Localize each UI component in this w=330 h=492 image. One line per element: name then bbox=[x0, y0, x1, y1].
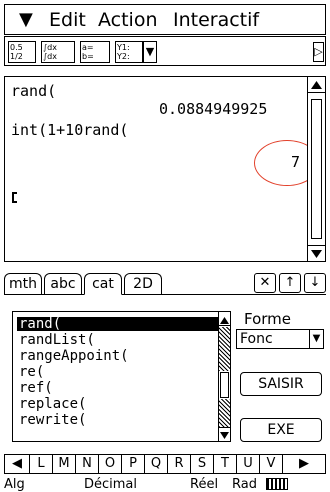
input-line-2[interactable]: int(1+10rand( bbox=[11, 121, 128, 139]
catalog-scroll-down-icon[interactable] bbox=[219, 427, 230, 441]
scroll-up-icon[interactable] bbox=[308, 77, 325, 93]
list-item[interactable]: ref( bbox=[17, 381, 222, 395]
chevron-down-icon[interactable]: ▼ bbox=[309, 330, 323, 348]
menu-edit[interactable]: Edit bbox=[49, 9, 86, 31]
letter-key[interactable]: M bbox=[53, 455, 76, 473]
status-mode: Alg bbox=[4, 477, 25, 492]
scroll-thumb[interactable] bbox=[311, 99, 322, 239]
status-angle: Rad bbox=[232, 477, 257, 492]
letter-key[interactable]: U bbox=[237, 455, 260, 473]
tab-mth[interactable]: mth bbox=[4, 273, 42, 294]
keyboard-tabs: mth abc cat 2D ✕ ↑ ↓ bbox=[4, 273, 326, 295]
tab-abc[interactable]: abc bbox=[44, 273, 82, 294]
list-item[interactable]: rewrite( bbox=[17, 413, 222, 427]
list-item[interactable]: randList( bbox=[17, 333, 222, 347]
shift-down-button[interactable]: ↓ bbox=[304, 273, 326, 293]
tab-cat[interactable]: cat bbox=[84, 273, 122, 295]
catalog-list: rand( randList( rangeAppoint( re( ref( r… bbox=[12, 311, 228, 442]
catalog-scroll-up-icon[interactable] bbox=[219, 312, 230, 326]
toolbar-scroll-right-icon[interactable]: ▷ bbox=[313, 42, 324, 62]
list-item[interactable]: rand( bbox=[17, 317, 222, 331]
battery-icon bbox=[266, 478, 288, 490]
shift-up-button[interactable]: ↑ bbox=[279, 273, 301, 293]
catalog-scroll-thumb[interactable] bbox=[220, 372, 229, 398]
input-line-1[interactable]: rand( bbox=[11, 82, 56, 100]
letter-next-icon[interactable]: ▶ bbox=[283, 455, 325, 473]
integral-button[interactable]: ∫dx ∫dx bbox=[41, 41, 75, 63]
status-real: Réel bbox=[190, 477, 219, 492]
toolbar-btn4-bottom: Y2: bbox=[117, 52, 130, 61]
toolbar-btn2-top: ∫dx bbox=[43, 43, 57, 52]
exe-button[interactable]: EXE bbox=[240, 418, 322, 442]
result-line-1: 0.0884949925 bbox=[159, 100, 268, 118]
scroll-down-icon[interactable] bbox=[308, 245, 325, 261]
letter-key[interactable]: T bbox=[214, 455, 237, 473]
catalog-letter-bar: ◀ L M N O P Q R S T U V ▶ bbox=[4, 454, 326, 474]
list-item[interactable]: replace( bbox=[17, 397, 222, 411]
toolbar: 0.5 1/2 ∫dx ∫dx a= b= Y1: Y2: ▼ ▷ bbox=[4, 36, 326, 66]
scroll-track bbox=[219, 327, 230, 371]
letter-key[interactable]: S bbox=[191, 455, 214, 473]
fraction-decimal-toggle-button[interactable]: 0.5 1/2 bbox=[8, 41, 36, 63]
letter-key[interactable]: P bbox=[122, 455, 145, 473]
list-item[interactable]: rangeAppoint( bbox=[17, 349, 222, 363]
toolbar-btn1-bottom: 1/2 bbox=[10, 52, 23, 61]
toolbar-btn2-bottom: ∫dx bbox=[43, 52, 57, 61]
work-scrollbar[interactable] bbox=[307, 76, 326, 262]
toolbar-btn1-top: 0.5 bbox=[10, 43, 23, 52]
letter-prev-icon[interactable]: ◀ bbox=[5, 455, 30, 473]
variable-assign-button[interactable]: a= b= bbox=[80, 41, 110, 63]
status-bar: Alg Décimal Réel Rad bbox=[4, 477, 326, 492]
delete-button[interactable]: ✕ bbox=[254, 273, 276, 293]
text-cursor bbox=[12, 192, 17, 203]
toolbar-dropdown-button[interactable]: ▼ bbox=[143, 41, 157, 63]
saisir-button[interactable]: SAISIR bbox=[240, 372, 322, 396]
letter-key[interactable]: R bbox=[168, 455, 191, 473]
letter-key[interactable]: V bbox=[260, 455, 283, 473]
toolbar-btn3-bottom: b= bbox=[82, 52, 94, 61]
letter-key[interactable]: L bbox=[30, 455, 53, 473]
main-menu-icon[interactable]: ▼ bbox=[19, 11, 33, 29]
list-item[interactable]: re( bbox=[17, 365, 222, 379]
letter-key[interactable]: Q bbox=[145, 455, 168, 473]
status-format: Décimal bbox=[84, 477, 138, 492]
toolbar-btn4-top: Y1: bbox=[117, 43, 130, 52]
menu-bar: ▼ Edit Action Interactif bbox=[4, 4, 326, 35]
catalog-scrollbar[interactable] bbox=[218, 311, 231, 442]
scroll-track bbox=[219, 399, 230, 427]
forme-label: Forme bbox=[244, 310, 292, 328]
forme-select-value: Fonc bbox=[240, 331, 273, 347]
letter-key[interactable]: O bbox=[99, 455, 122, 473]
menu-action[interactable]: Action bbox=[98, 9, 158, 31]
menu-interactif[interactable]: Interactif bbox=[173, 9, 259, 31]
graph-function-button[interactable]: Y1: Y2: bbox=[115, 41, 143, 63]
letter-key[interactable]: N bbox=[76, 455, 99, 473]
tab-2d[interactable]: 2D bbox=[124, 273, 162, 294]
toolbar-btn3-top: a= bbox=[82, 43, 94, 52]
